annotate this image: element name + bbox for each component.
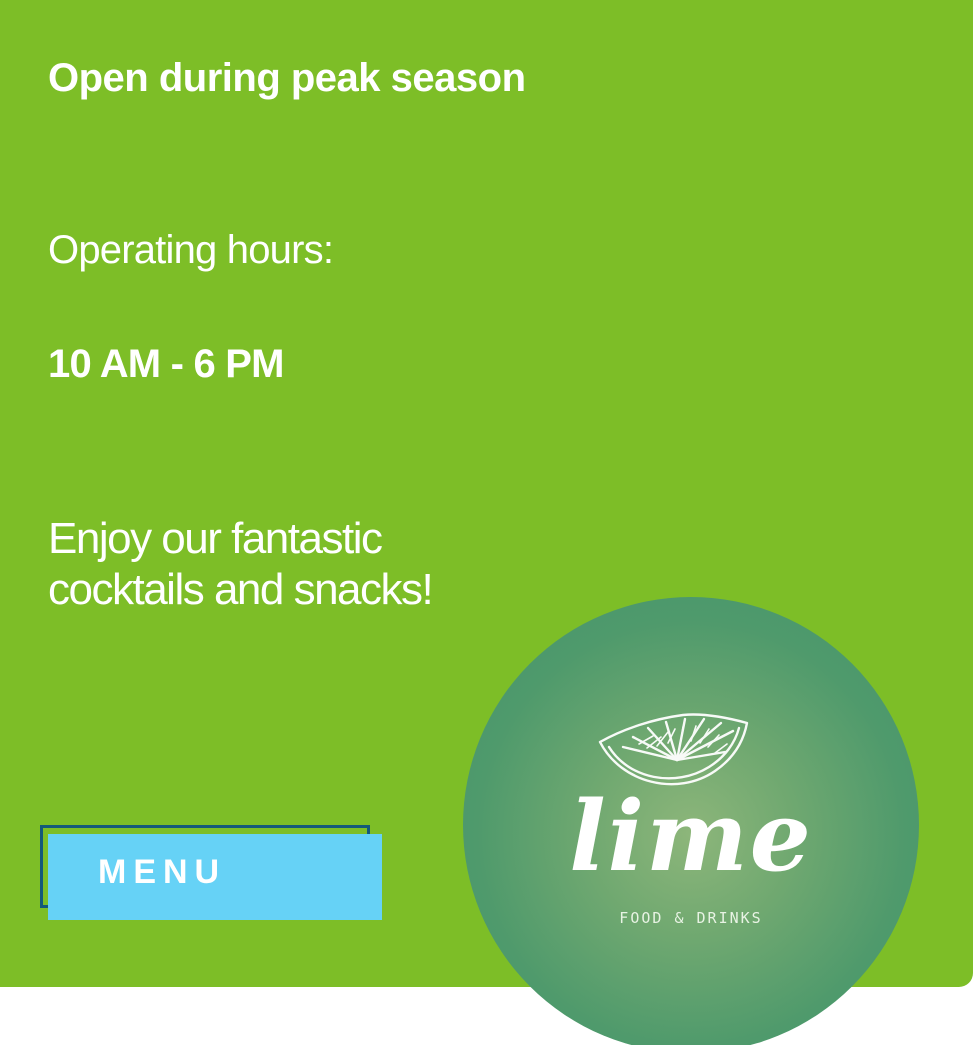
- brand-subtitle: FOOD & DRINKS: [619, 909, 763, 927]
- promo-tagline: Enjoy our fantastic cocktails and snacks…: [48, 514, 434, 614]
- season-heading: Open during peak season: [48, 56, 526, 100]
- menu-button-group: MENU: [40, 825, 384, 921]
- menu-button-label: MENU: [98, 852, 227, 891]
- menu-button[interactable]: MENU: [48, 834, 382, 920]
- lime-logo-badge: lime FOOD & DRINKS: [463, 597, 919, 1045]
- brand-name: lime: [569, 780, 813, 893]
- operating-hours-label: Operating hours:: [48, 228, 334, 272]
- operating-hours-value: 10 AM - 6 PM: [48, 342, 284, 386]
